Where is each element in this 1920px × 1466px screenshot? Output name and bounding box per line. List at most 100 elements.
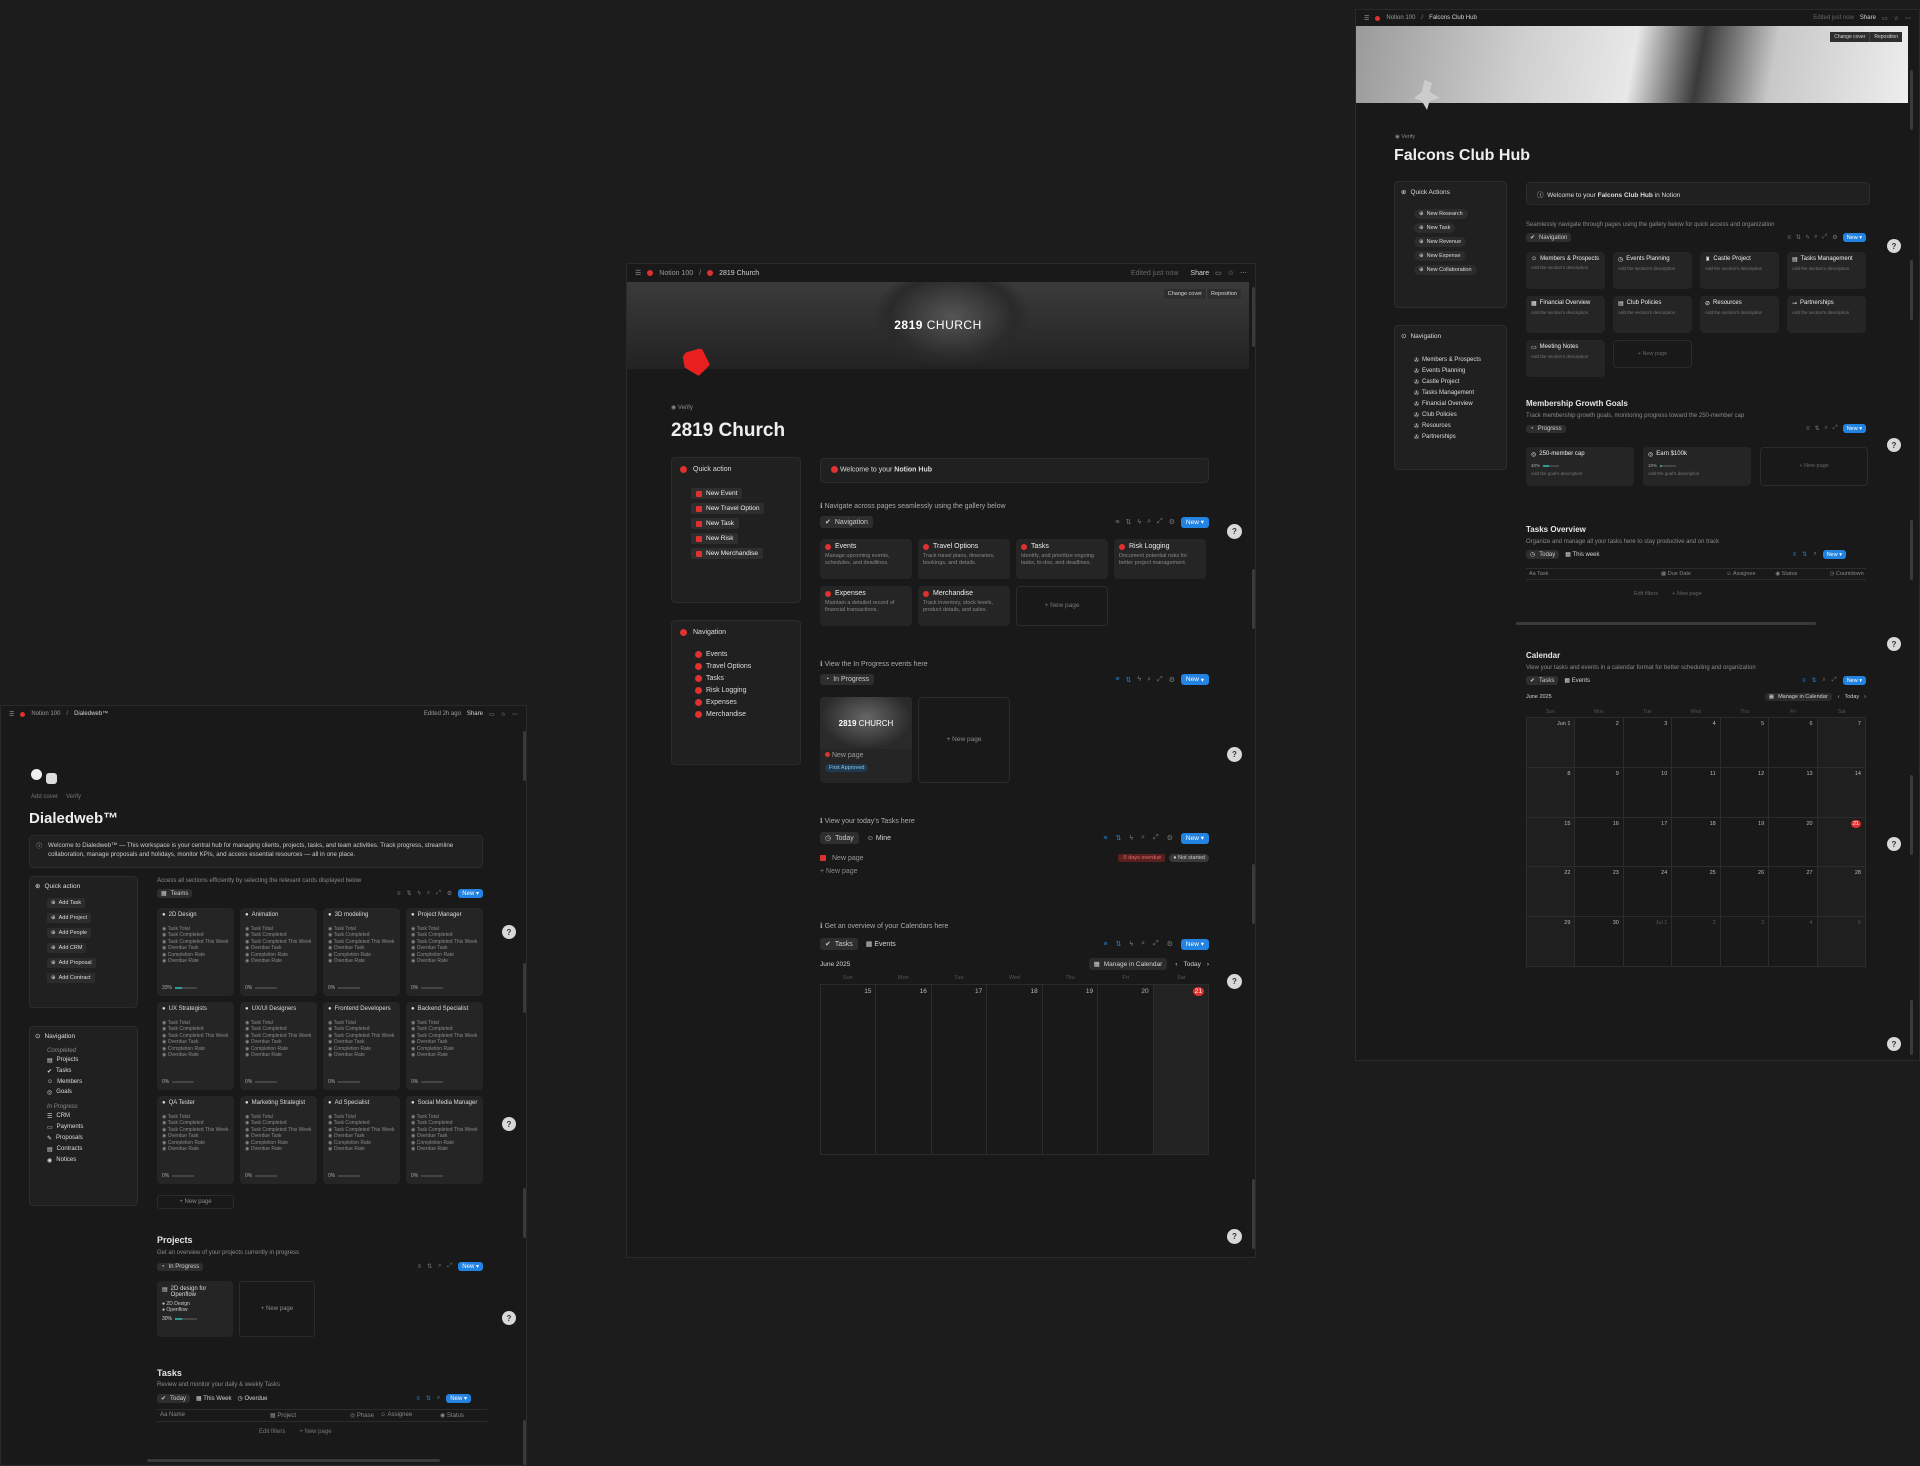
- calendar-day[interactable]: 4: [1769, 917, 1818, 967]
- nav-item-tasks[interactable]: Tasks: [695, 675, 792, 682]
- vertical-scrollbar[interactable]: [523, 963, 526, 1013]
- calendar-day[interactable]: 12: [1720, 767, 1770, 818]
- calendar-day[interactable]: 30: [1575, 917, 1624, 967]
- help-button[interactable]: ?: [1887, 837, 1901, 851]
- nav-card-travel-options[interactable]: Travel Options Track travel plans, itiner…: [918, 539, 1010, 579]
- help-button[interactable]: ?: [1887, 239, 1901, 253]
- nav-item-projects[interactable]: ▤ Projects: [47, 1057, 132, 1064]
- calendar-day[interactable]: Jun 1: [1527, 718, 1576, 768]
- nav-card-expenses[interactable]: Expenses Maintain a detailed record of fi…: [820, 586, 912, 626]
- today-button[interactable]: Today: [1844, 694, 1859, 700]
- more-icon[interactable]: ⋯: [512, 711, 518, 718]
- nav-item-proposals[interactable]: ✎ Proposals: [47, 1135, 132, 1142]
- lightning-icon[interactable]: ϟ: [1137, 519, 1141, 526]
- search-icon[interactable]: ⌕: [437, 1395, 440, 1402]
- quick-add-crm-button[interactable]: ⊕ Add CRM: [47, 943, 87, 953]
- filter-icon[interactable]: ≡: [1793, 552, 1797, 558]
- vertical-scrollbar[interactable]: [1910, 1000, 1913, 1055]
- calendar-day[interactable]: 11: [1672, 767, 1721, 818]
- change-cover-button[interactable]: Change cover: [1163, 289, 1206, 299]
- today-tab[interactable]: ◷ Today: [820, 832, 859, 844]
- help-button[interactable]: ?: [1887, 438, 1901, 452]
- verify-button[interactable]: Verify: [66, 794, 81, 800]
- quick-new-event-button[interactable]: New Event: [691, 488, 743, 499]
- nav-card-members-prospects[interactable]: ☺ Members & Prospects Add the section's de…: [1526, 252, 1605, 289]
- filter-icon[interactable]: ≡: [1806, 426, 1810, 432]
- calendar-day[interactable]: 15: [1527, 817, 1576, 868]
- new-button[interactable]: New ▾: [1180, 938, 1209, 950]
- sort-icon[interactable]: ⇅: [1116, 940, 1122, 948]
- calendar-day[interactable]: 2: [1672, 917, 1721, 967]
- workspace-name[interactable]: Notion 100: [31, 711, 60, 717]
- nav-item-members-prospects[interactable]: ✇ Members & Prospects: [1414, 357, 1500, 364]
- share-button[interactable]: Share: [467, 711, 483, 717]
- mine-tab[interactable]: ☺ Mine: [867, 835, 891, 842]
- next-icon[interactable]: ›: [1864, 694, 1866, 700]
- breadcrumb-page[interactable]: Dialedweb™: [74, 711, 108, 717]
- star-icon[interactable]: ☆: [501, 711, 506, 718]
- nav-item-payments[interactable]: ▭ Payments: [47, 1124, 132, 1131]
- gallery-new-page[interactable]: + New page: [1016, 586, 1108, 626]
- help-button[interactable]: ?: [1887, 1037, 1901, 1051]
- lightning-icon[interactable]: ϟ: [1806, 235, 1809, 241]
- calendar-day[interactable]: 15: [821, 985, 877, 1155]
- nav-card-financial-overview[interactable]: ▦ Financial Overview Add the section's des…: [1526, 296, 1605, 333]
- navigation-view-tab[interactable]: ✔ Navigation: [1526, 233, 1572, 242]
- inprogress-view-tab[interactable]: ◔ In Progress: [820, 674, 875, 685]
- sort-icon[interactable]: ⇅: [1802, 551, 1807, 558]
- calendar-day[interactable]: 16: [1575, 817, 1624, 868]
- this-week-tab[interactable]: ▦ This Week: [196, 1395, 231, 1402]
- calendar-day[interactable]: 13: [1769, 767, 1818, 818]
- filter-icon[interactable]: ≡: [1787, 235, 1791, 241]
- vertical-scrollbar[interactable]: [1910, 70, 1913, 130]
- quick-new-risk-button[interactable]: New Risk: [691, 533, 739, 544]
- nav-card-resources[interactable]: ⊘ Resources Add the section's description: [1700, 296, 1779, 333]
- comment-icon[interactable]: ▭: [1882, 15, 1888, 22]
- quick-new-task-button[interactable]: ⊕ New Task: [1414, 223, 1456, 233]
- search-icon[interactable]: ⌕: [438, 1263, 441, 1270]
- vertical-scrollbar[interactable]: [1252, 287, 1255, 347]
- teams-new-page[interactable]: + New page: [157, 1195, 234, 1209]
- expand-icon[interactable]: ⤢: [1157, 518, 1163, 526]
- progress-view-tab[interactable]: ◔ Progress: [1526, 424, 1566, 433]
- tasks-new-page[interactable]: + New page: [299, 1429, 331, 1435]
- change-cover-button[interactable]: Change cover: [1830, 32, 1870, 42]
- sort-icon[interactable]: ⇅: [1814, 425, 1819, 432]
- tasks-new-page[interactable]: + New page: [1672, 591, 1702, 597]
- nav-item-expenses[interactable]: Expenses: [695, 699, 792, 706]
- lightning-icon[interactable]: ϟ: [418, 891, 421, 897]
- reposition-button[interactable]: Reposition: [1869, 32, 1902, 42]
- team-card[interactable]: ● UX Strategists ◉ Task Total ◉ Task Comple…: [157, 1002, 234, 1090]
- team-card[interactable]: ● UX/UI Designers ◉ Task Total ◉ Task Compl…: [240, 1002, 317, 1090]
- search-icon[interactable]: ⌕: [1813, 551, 1816, 558]
- quick-add-task-button[interactable]: ⊕ Add Task: [47, 898, 86, 908]
- vertical-scrollbar[interactable]: [1910, 520, 1913, 580]
- edit-filters-button[interactable]: Edit filters: [259, 1429, 285, 1435]
- nav-card-club-policies[interactable]: ▤ Club Policies Add the section's descript…: [1613, 296, 1692, 333]
- calendar-day[interactable]: 19: [1720, 817, 1770, 868]
- calendar-day[interactable]: 3: [1720, 917, 1770, 967]
- quick-new-collaboration-button[interactable]: ⊕ New Collaboration: [1414, 265, 1477, 275]
- expand-icon[interactable]: ⤢: [1153, 940, 1159, 948]
- manage-calendar-button[interactable]: ▦ Manage in Calendar: [1764, 693, 1832, 701]
- new-button[interactable]: New ▾: [1842, 233, 1866, 242]
- new-button[interactable]: New ▾: [458, 889, 483, 898]
- team-card[interactable]: ● Project Manager ◉ Task Total ◉ Task Compl…: [406, 908, 483, 996]
- nav-item-risk-logging[interactable]: Risk Logging: [695, 687, 792, 694]
- team-card[interactable]: ● Animation ◉ Task Total ◉ Task Completed ◉ …: [240, 908, 317, 996]
- quick-add-people-button[interactable]: ⊕ Add People: [47, 928, 92, 938]
- search-icon[interactable]: ⌕: [1823, 677, 1826, 684]
- sort-icon[interactable]: ⇅: [426, 1395, 431, 1402]
- nav-item-members[interactable]: ☺ Members: [47, 1079, 132, 1085]
- calendar-day[interactable]: 23: [1575, 867, 1624, 918]
- help-button[interactable]: ?: [502, 1311, 516, 1325]
- search-icon[interactable]: ⌕: [1147, 676, 1151, 684]
- nav-item-travel-options[interactable]: Travel Options: [695, 663, 792, 670]
- vertical-scrollbar[interactable]: [1910, 260, 1913, 320]
- calendar-day[interactable]: 6: [1769, 718, 1818, 768]
- goal-card[interactable]: ◎ Earn $100k 10% Add the goal's description: [1643, 447, 1751, 486]
- teams-view-tab[interactable]: ▦ Teams: [157, 889, 193, 898]
- search-icon[interactable]: ⌕: [1825, 425, 1828, 432]
- vertical-scrollbar[interactable]: [523, 1188, 526, 1238]
- more-icon[interactable]: ⋯: [1240, 269, 1247, 277]
